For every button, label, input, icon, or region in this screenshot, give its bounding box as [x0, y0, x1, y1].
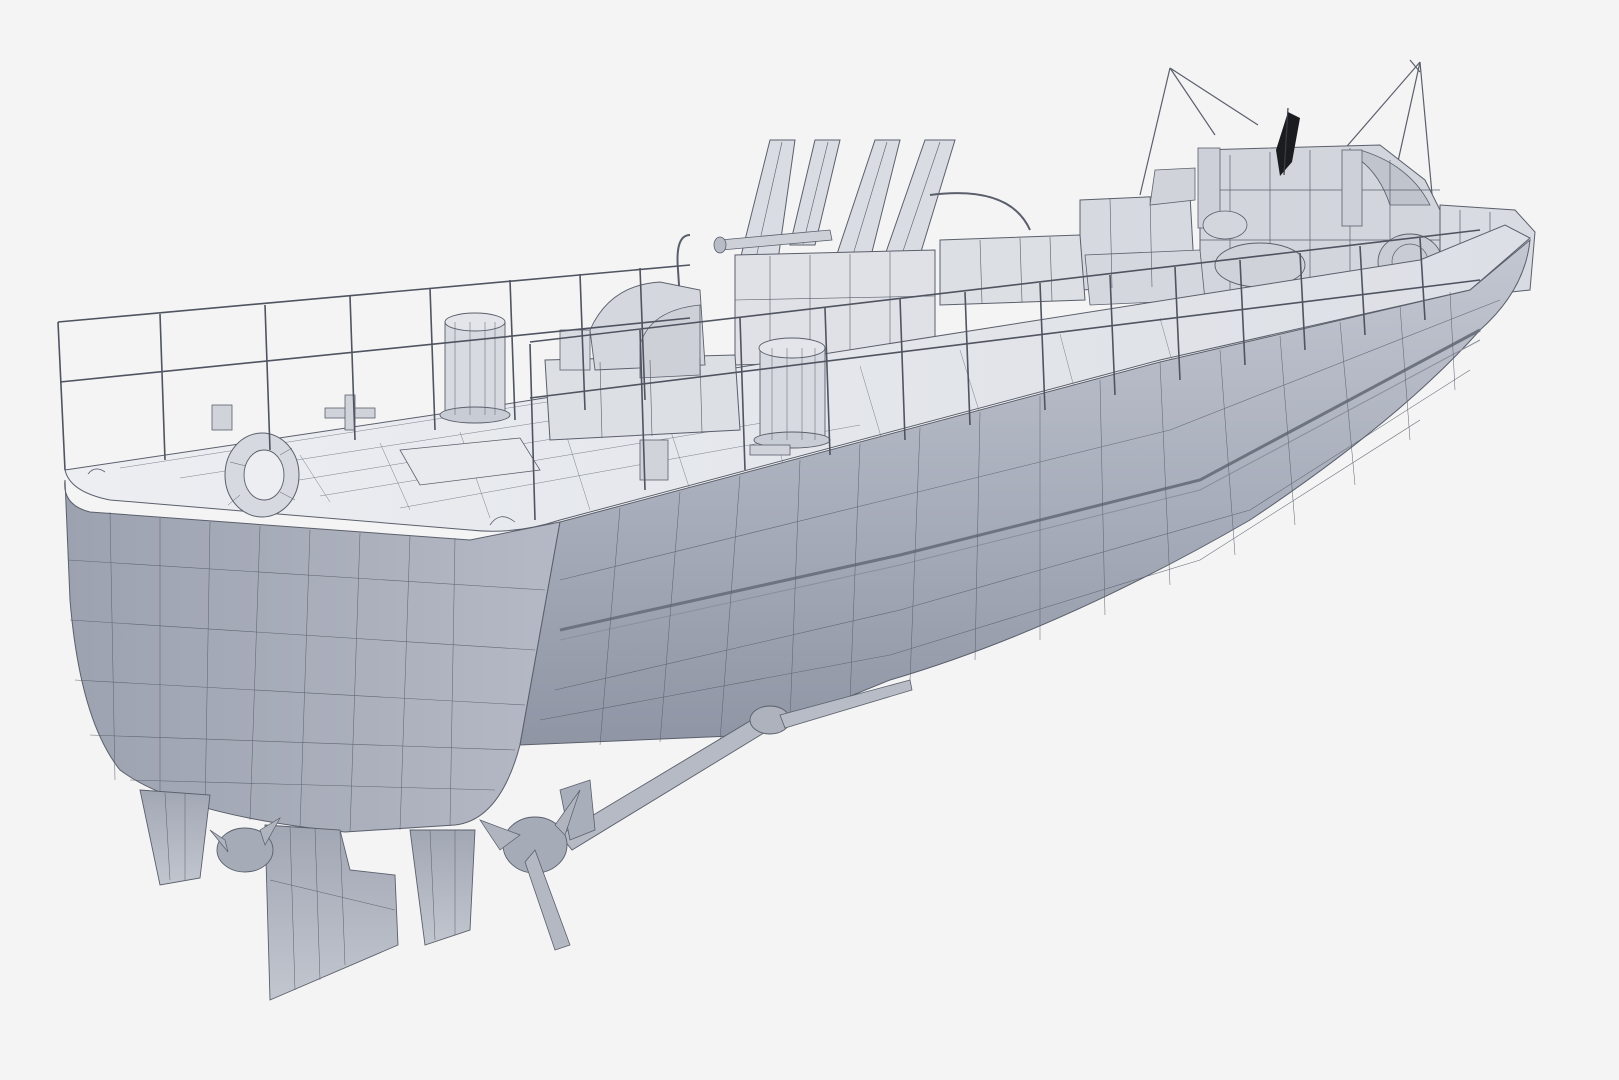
life-ring	[224, 432, 300, 518]
rudder-left	[139, 789, 211, 886]
propeller-starboard	[479, 789, 581, 951]
rudder-center	[264, 824, 399, 1001]
rudder-right	[409, 829, 476, 946]
boat-render	[57, 59, 1536, 1001]
stern-transom	[64, 479, 561, 833]
canister-aft	[439, 312, 511, 424]
render-canvas	[0, 0, 1619, 1080]
canister-mid	[753, 337, 831, 449]
